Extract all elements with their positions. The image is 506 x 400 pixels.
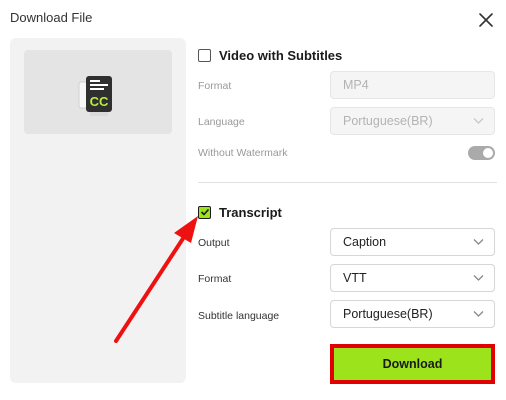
subtitle-language-select[interactable]: Portuguese(BR)	[330, 300, 495, 328]
video-subtitles-option[interactable]: Video with Subtitles	[198, 45, 342, 65]
output-select[interactable]: Caption	[330, 228, 495, 256]
video-language-label: Language	[198, 116, 245, 128]
output-label: Output	[198, 237, 230, 249]
cc-file-icon: CC	[78, 76, 112, 116]
video-subtitles-checkbox[interactable]	[198, 48, 211, 62]
video-subtitles-label: Video with Subtitles	[219, 47, 343, 63]
watermark-label: Without Watermark	[198, 147, 288, 159]
video-language-value: Portuguese(BR)	[343, 114, 433, 128]
section-divider	[198, 182, 497, 183]
video-format-value: MP4	[343, 78, 369, 92]
video-format-label: Format	[198, 80, 232, 92]
video-language-select: Portuguese(BR)	[330, 107, 495, 135]
chevron-down-icon	[473, 118, 484, 124]
subtitle-language-value: Portuguese(BR)	[343, 307, 433, 321]
download-file-dialog: Download File CC Video with Subtitles Fo…	[0, 0, 506, 400]
transcript-format-value: VTT	[343, 271, 367, 285]
chevron-down-icon	[473, 311, 484, 317]
subtitle-language-label: Subtitle language	[198, 310, 280, 322]
transcript-format-label: Format	[198, 273, 232, 285]
transcript-checkbox[interactable]	[198, 205, 211, 219]
video-format-field: MP4	[330, 71, 495, 99]
toggle-knob	[483, 148, 493, 158]
preview-panel: CC	[10, 38, 186, 383]
download-button[interactable]: Download	[330, 344, 495, 384]
transcript-option[interactable]: Transcript	[198, 202, 282, 222]
transcript-label: Transcript	[219, 204, 282, 220]
transcript-format-select[interactable]: VTT	[330, 264, 495, 292]
dialog-title: Download File	[10, 10, 93, 25]
options-panel: Video with Subtitles Format MP4 Language…	[198, 0, 498, 400]
output-value: Caption	[343, 235, 387, 249]
watermark-toggle[interactable]	[468, 146, 495, 160]
preview-thumbnail: CC	[24, 50, 172, 134]
chevron-down-icon	[473, 239, 484, 245]
svg-text:CC: CC	[90, 94, 109, 109]
check-icon	[200, 208, 209, 216]
chevron-down-icon	[473, 275, 484, 281]
